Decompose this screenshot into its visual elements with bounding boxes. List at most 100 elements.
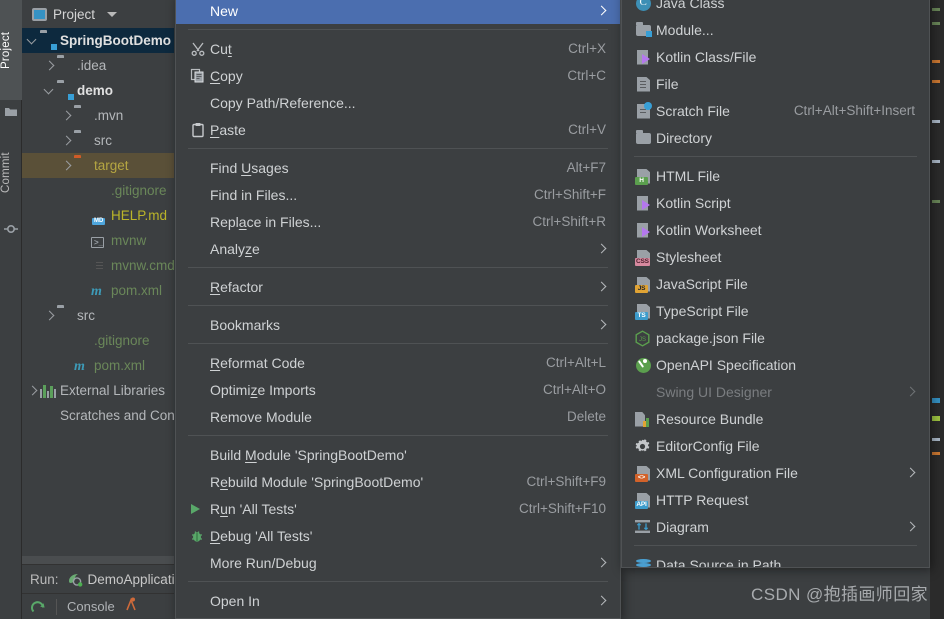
menu-item-reformat-code[interactable]: Reformat Code Ctrl+Alt+L xyxy=(176,349,620,376)
chevron-down-icon[interactable] xyxy=(26,34,40,48)
gear-icon xyxy=(630,438,656,454)
tree-row-label: External Libraries xyxy=(60,383,166,398)
new-submenu-item-openapi-specification[interactable]: OpenAPI Specification xyxy=(622,351,929,378)
chevron-down-icon[interactable] xyxy=(43,84,57,98)
new-submenu-item-kotlin-script[interactable]: Kotlin Script xyxy=(622,189,929,216)
new-submenu-item-package-json-file[interactable]: JS package.json File xyxy=(622,324,929,351)
chevron-right-icon[interactable] xyxy=(60,159,74,173)
test-results-icon[interactable] xyxy=(125,597,141,616)
menu-item-run-all-tests[interactable]: Run 'All Tests' Ctrl+Shift+F10 xyxy=(176,495,620,522)
tree-row-src[interactable]: src xyxy=(22,303,174,328)
tool-tab-commit[interactable]: Commit xyxy=(0,128,22,218)
project-tree[interactable]: SpringBootDemo .idea demo .mvn src target .git… xyxy=(22,28,174,428)
kotlin-icon xyxy=(630,195,656,211)
chevron-right-icon[interactable] xyxy=(43,59,57,73)
spring-boot-icon xyxy=(67,572,83,587)
tree-row-mvnw[interactable]: >_ mvnw xyxy=(22,228,174,253)
menu-icon-placeholder xyxy=(188,187,210,203)
new-submenu-item-html-file[interactable]: H HTML File xyxy=(622,162,929,189)
menu-item-remove-module[interactable]: Remove Module Delete xyxy=(176,403,620,430)
tree-row-src[interactable]: src xyxy=(22,128,174,153)
menu-item-new[interactable]: New xyxy=(176,0,620,24)
menu-item-find-in-files[interactable]: Find in Files... Ctrl+Shift+F xyxy=(176,181,620,208)
tool-tab-project[interactable]: Project xyxy=(0,0,22,100)
menu-item-label: Build Module 'SpringBootDemo' xyxy=(210,446,407,463)
menu-item-open-in[interactable]: Open In xyxy=(176,587,620,614)
tool-tab-project-label: Project xyxy=(0,31,12,69)
tree-row-demo[interactable]: demo xyxy=(22,78,174,103)
tree-row--gitignore[interactable]: .gitignore xyxy=(22,328,174,353)
scratches-icon xyxy=(40,408,56,424)
new-submenu-item-diagram[interactable]: Diagram xyxy=(622,513,929,540)
new-submenu-item-http-request[interactable]: API HTTP Request xyxy=(622,486,929,513)
tree-row-scratches-and-consoles[interactable]: Scratches and Consoles xyxy=(22,403,174,428)
chevron-right-icon[interactable] xyxy=(26,384,40,398)
new-submenu-item-stylesheet[interactable]: CSS Stylesheet xyxy=(622,243,929,270)
new-submenu-item-file[interactable]: File xyxy=(622,70,929,97)
chevron-right-icon[interactable] xyxy=(60,109,74,123)
new-submenu[interactable]: C Java Class Module... Kotlin Class/File Fil… xyxy=(621,0,930,568)
tree-row--mvn[interactable]: .mvn xyxy=(22,103,174,128)
menu-item-bookmarks[interactable]: Bookmarks xyxy=(176,311,620,338)
text-file-icon xyxy=(91,258,107,274)
project-panel-header: Project xyxy=(22,0,174,28)
new-submenu-item-javascript-file[interactable]: JS JavaScript File xyxy=(622,270,929,297)
rerun-icon[interactable] xyxy=(30,599,46,615)
menu-item-analyze[interactable]: Analyze xyxy=(176,235,620,262)
chevron-right-icon[interactable] xyxy=(60,134,74,148)
kotlin-icon xyxy=(630,49,656,65)
run-configuration[interactable]: DemoApplication xyxy=(67,572,190,587)
tree-row-help-md[interactable]: MD HELP.md xyxy=(22,203,174,228)
new-submenu-item-module[interactable]: Module... xyxy=(622,16,929,43)
menu-separator xyxy=(188,343,608,344)
panel-splitter[interactable] xyxy=(22,556,174,564)
tree-row-mvnw-cmd[interactable]: mvnw.cmd xyxy=(22,253,174,278)
menu-item-debug-all-tests[interactable]: Debug 'All Tests' xyxy=(176,522,620,549)
menu-item-copy[interactable]: Copy Ctrl+C xyxy=(176,62,620,89)
menu-item-build-module-springbootdemo[interactable]: Build Module 'SpringBootDemo' xyxy=(176,441,620,468)
new-submenu-item-data-source-in-path[interactable]: Data Source in Path xyxy=(622,551,929,567)
tree-row-pom-xml[interactable]: m pom.xml xyxy=(22,353,174,378)
new-submenu-item-resource-bundle[interactable]: Resource Bundle xyxy=(622,405,929,432)
project-tool-icon xyxy=(4,104,18,118)
chevron-right-icon xyxy=(598,559,606,567)
new-submenu-item-directory[interactable]: Directory xyxy=(622,124,929,151)
new-submenu-item-xml-configuration-file[interactable]: <> XML Configuration File xyxy=(622,459,929,486)
project-tool-window: Project SpringBootDemo .idea demo .mvn src ta… xyxy=(22,0,174,619)
menu-item-replace-in-files[interactable]: Replace in Files... Ctrl+Shift+R xyxy=(176,208,620,235)
run-icon xyxy=(188,501,210,517)
tree-row-pom-xml[interactable]: m pom.xml xyxy=(22,278,174,303)
library-icon xyxy=(40,383,57,399)
target-folder-icon xyxy=(74,158,90,174)
run-tabs-row: Console xyxy=(22,593,174,619)
new-submenu-item-editorconfig-file[interactable]: EditorConfig File xyxy=(622,432,929,459)
tree-row--gitignore[interactable]: .gitignore xyxy=(22,178,174,203)
scratch-file-icon xyxy=(630,101,656,119)
menu-item-optimize-imports[interactable]: Optimize Imports Ctrl+Alt+O xyxy=(176,376,620,403)
new-submenu-item-kotlin-class-file[interactable]: Kotlin Class/File xyxy=(622,43,929,70)
menu-item-cut[interactable]: Cut Ctrl+X xyxy=(176,35,620,62)
menu-item-more-run-debug[interactable]: More Run/Debug xyxy=(176,549,620,576)
context-menu[interactable]: New Cut Ctrl+X Copy Ctrl+C Copy Path/Referenc… xyxy=(175,0,621,619)
tree-row-target[interactable]: target xyxy=(22,153,174,178)
chevron-right-icon[interactable] xyxy=(43,309,57,323)
new-submenu-item-scratch-file[interactable]: Scratch File Ctrl+Alt+Shift+Insert xyxy=(622,97,929,124)
new-submenu-item-java-class[interactable]: C Java Class xyxy=(622,0,929,16)
menu-item-label: Run 'All Tests' xyxy=(210,500,297,517)
tree-row-springbootdemo[interactable]: SpringBootDemo xyxy=(22,28,174,53)
watermark: CSDN @抱插画师回家 xyxy=(751,585,928,604)
tree-row--idea[interactable]: .idea xyxy=(22,53,174,78)
menu-item-copy-path-reference[interactable]: Copy Path/Reference... xyxy=(176,89,620,116)
menu-item-paste[interactable]: Paste Ctrl+V xyxy=(176,116,620,143)
new-submenu-item-kotlin-worksheet[interactable]: Kotlin Worksheet xyxy=(622,216,929,243)
menu-item-rebuild-module-springbootdemo[interactable]: Rebuild Module 'SpringBootDemo' Ctrl+Shif… xyxy=(176,468,620,495)
submenu-item-label: JavaScript File xyxy=(656,275,748,292)
menu-item-refactor[interactable]: Refactor xyxy=(176,273,620,300)
new-submenu-item-typescript-file[interactable]: TS TypeScript File xyxy=(622,297,929,324)
tab-console[interactable]: Console xyxy=(67,599,115,614)
tree-row-external-libraries[interactable]: External Libraries xyxy=(22,378,174,403)
menu-item-find-usages[interactable]: Find Usages Alt+F7 xyxy=(176,154,620,181)
chevron-down-icon[interactable] xyxy=(107,11,118,17)
gitignore-file-icon xyxy=(74,333,90,349)
